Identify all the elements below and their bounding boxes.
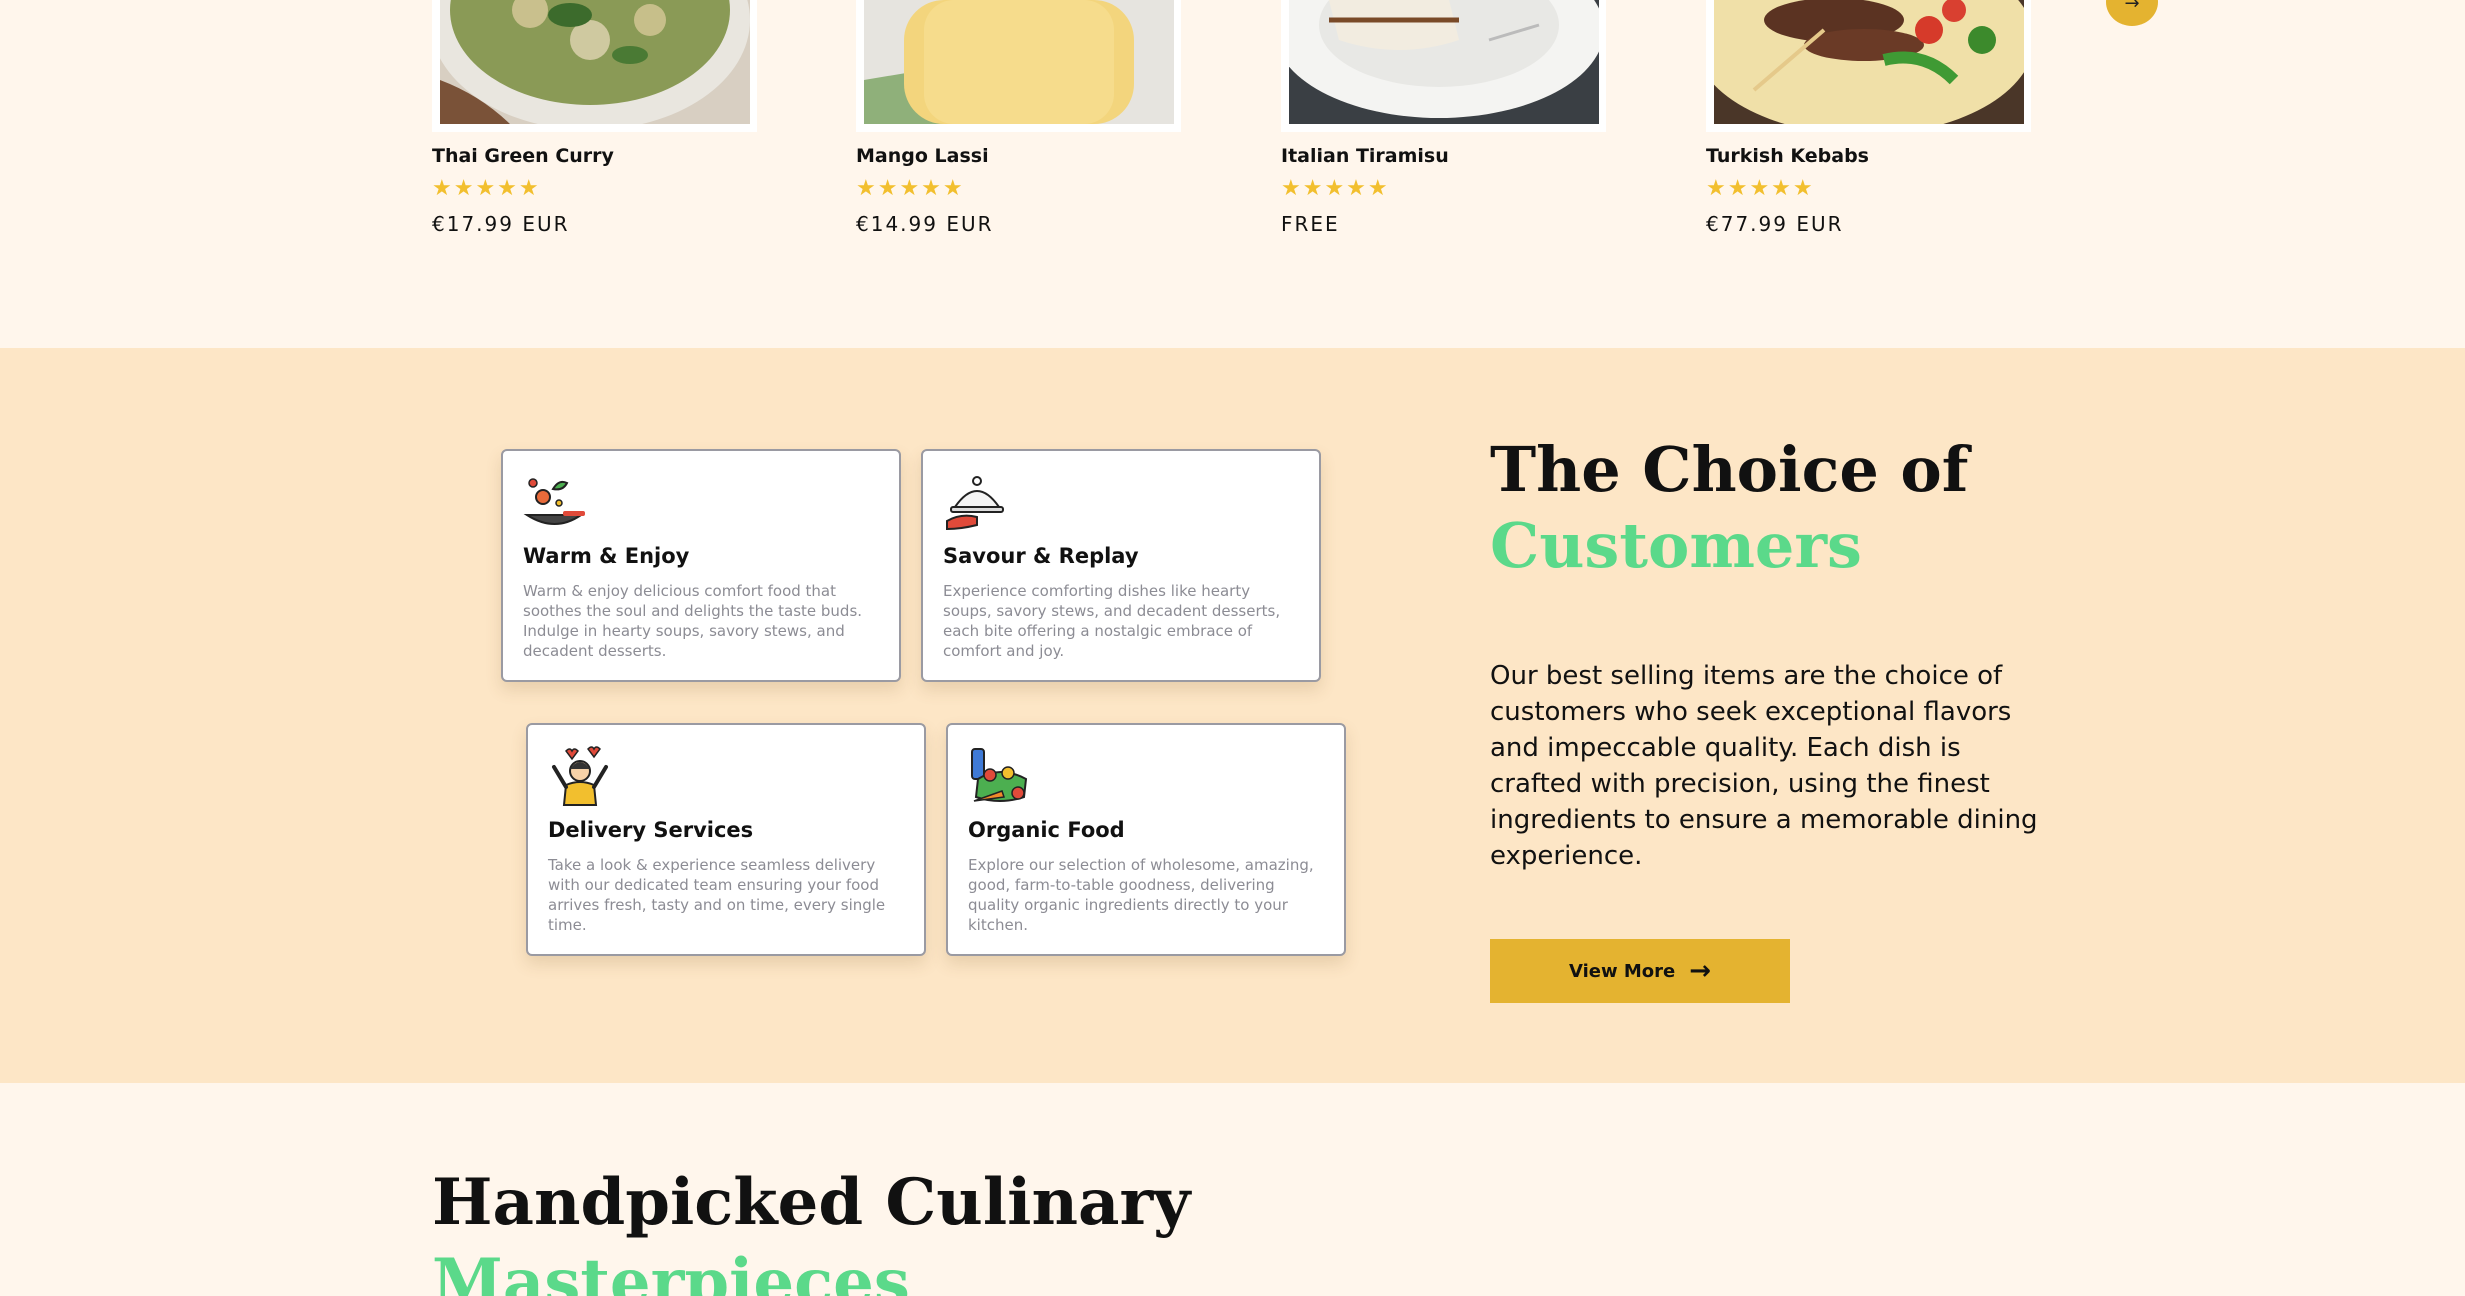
product-name[interactable]: Thai Green Curry — [432, 145, 614, 167]
star-rating-icon: ★★★★★ — [432, 176, 541, 201]
product-price: €17.99 EUR — [432, 212, 570, 236]
star-rating-icon: ★★★★★ — [1706, 176, 1815, 201]
product-price: €77.99 EUR — [1706, 212, 1844, 236]
mango-lassi-image[interactable] — [864, 0, 1174, 124]
feature-title: Delivery Services — [548, 818, 754, 842]
feature-card-warm-enjoy: Warm & Enjoy Warm & enjoy delicious comf… — [501, 449, 901, 682]
carousel-next-button[interactable]: → — [2106, 0, 2158, 26]
product-image-frame — [856, 0, 1181, 132]
section-title: Handpicked Culinary Masterpieces — [432, 1163, 1190, 1296]
product-name[interactable]: Turkish Kebabs — [1706, 145, 1869, 167]
view-more-button[interactable]: View More → — [1490, 939, 1790, 1003]
section-title-highlight: Customers — [1490, 509, 1862, 582]
product-image-frame — [1281, 0, 1606, 132]
handpicked-section: Handpicked Culinary Masterpieces — [0, 1083, 2465, 1296]
feature-description: Take a look & experience seamless delive… — [548, 856, 886, 934]
feature-description: Warm & enjoy delicious comfort food that… — [523, 582, 863, 660]
star-rating-icon: ★★★★★ — [856, 176, 965, 201]
product-price: FREE — [1281, 212, 1340, 236]
arrow-right-icon: → — [2124, 0, 2140, 14]
star-rating-icon: ★★★★★ — [1281, 176, 1390, 201]
italian-tiramisu-image[interactable] — [1289, 0, 1599, 124]
feature-title: Organic Food — [968, 818, 1125, 842]
product-name[interactable]: Italian Tiramisu — [1281, 145, 1449, 167]
wok-icon — [523, 478, 585, 525]
feature-description: Experience comforting dishes like hearty… — [943, 582, 1281, 660]
feature-card-delivery-services: Delivery Services Take a look & experien… — [526, 723, 926, 956]
choice-of-customers-section: Warm & Enjoy Warm & enjoy delicious comf… — [0, 348, 2465, 1083]
section-title-line1: The Choice of — [1490, 433, 1969, 506]
view-more-label: View More — [1568, 960, 1676, 982]
best-sellers-section: Thai Green Curry ★★★★★ €17.99 EUR Mango … — [0, 0, 2465, 348]
product-name[interactable]: Mango Lassi — [856, 145, 989, 167]
happy-person-icon — [552, 746, 608, 806]
product-image-frame — [1706, 0, 2031, 132]
product-price: €14.99 EUR — [856, 212, 994, 236]
thai-green-curry-image[interactable] — [440, 0, 750, 124]
feature-card-savour-replay: Savour & Replay Experience comforting di… — [921, 449, 1321, 682]
feature-title: Savour & Replay — [943, 544, 1139, 568]
feature-card-organic-food: Organic Food Explore our selection of wh… — [946, 723, 1346, 956]
section-description: Our best selling items are the choice of… — [1490, 661, 2038, 871]
turkish-kebabs-image[interactable] — [1714, 0, 2024, 124]
section-title: The Choice of Customers — [1490, 432, 1968, 584]
feature-description: Explore our selection of wholesome, amaz… — [968, 856, 1314, 934]
arrow-right-icon: → — [1689, 956, 1712, 986]
section-title-line1: Handpicked Culinary — [432, 1165, 1191, 1240]
section-title-highlight: Masterpieces — [432, 1245, 910, 1296]
groceries-icon — [971, 748, 1028, 802]
feature-title: Warm & Enjoy — [523, 544, 690, 568]
cloche-icon — [946, 476, 1004, 531]
product-image-frame — [432, 0, 757, 132]
